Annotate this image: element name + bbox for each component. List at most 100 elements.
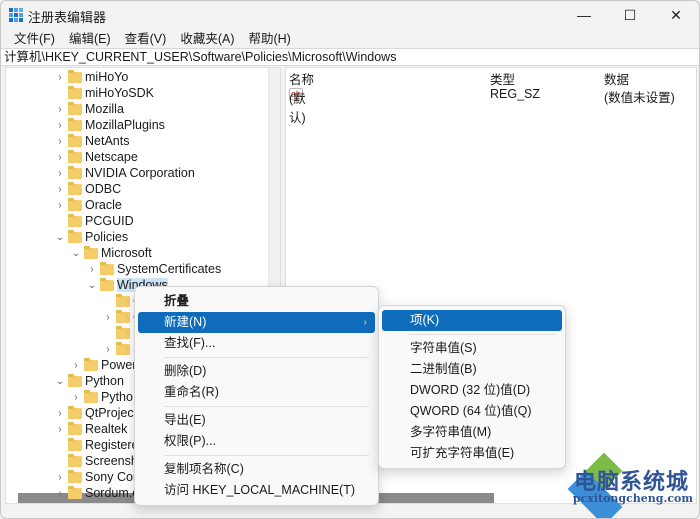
tree-node[interactable]: ⌄ Policies xyxy=(54,229,128,245)
menu-item[interactable]: 新建(N) › xyxy=(138,312,375,333)
tree-node[interactable]: › MozillaPlugins xyxy=(54,117,165,133)
tree-node[interactable]: › ODBC xyxy=(54,181,121,197)
tree-node[interactable]: › Netscape xyxy=(54,149,138,165)
menu-item-label: 重命名(R) xyxy=(164,385,219,399)
menu-item[interactable]: 权限(P)... xyxy=(138,431,375,452)
tree-node[interactable]: › Oracle xyxy=(54,197,122,213)
chevron-right-icon[interactable]: › xyxy=(54,408,66,419)
folder-icon xyxy=(116,325,130,339)
tree-node[interactable]: › Realtek xyxy=(54,421,127,437)
folder-icon xyxy=(68,373,82,387)
chevron-right-icon[interactable]: › xyxy=(54,136,66,147)
tree-node[interactable]: › Pytho xyxy=(70,389,133,405)
menu-item-label: 新建(N) xyxy=(164,315,207,329)
regedit-app-icon xyxy=(9,8,23,22)
chevron-down-icon[interactable]: ⌄ xyxy=(70,248,82,259)
folder-icon xyxy=(68,213,82,227)
tree-node[interactable]: Screensh xyxy=(54,453,138,469)
folder-icon xyxy=(68,181,82,195)
maximize-button[interactable]: ☐ xyxy=(607,1,653,29)
tree-node[interactable]: ⌄ Microsoft xyxy=(70,245,152,261)
chevron-right-icon[interactable]: › xyxy=(54,72,66,83)
menu-item[interactable]: 字符串值(S) xyxy=(382,338,562,359)
tree-node-label: Oracle xyxy=(85,198,122,212)
window-title: 注册表编辑器 xyxy=(28,10,107,25)
tree-node[interactable]: › miHoYo xyxy=(54,69,128,85)
tree-node[interactable]: › SystemCertificates xyxy=(86,261,221,277)
folder-icon xyxy=(68,405,82,419)
tree-node[interactable]: miHoYoSDK xyxy=(54,85,154,101)
tree-node[interactable]: PCGUID xyxy=(54,213,134,229)
menu-item[interactable]: DWORD (32 位)值(D) xyxy=(382,380,562,401)
menu-item-label: 项(K) xyxy=(410,313,440,327)
folder-icon xyxy=(84,357,98,371)
chevron-right-icon[interactable]: › xyxy=(70,360,82,371)
menu-item[interactable]: 删除(D) xyxy=(138,361,375,382)
chevron-down-icon[interactable]: ⌄ xyxy=(54,232,66,243)
chevron-right-icon[interactable]: › xyxy=(102,312,114,323)
tree-node[interactable]: › NetAnts xyxy=(54,133,129,149)
submenu-arrow-icon: › xyxy=(363,317,367,328)
chevron-right-icon[interactable]: › xyxy=(54,168,66,179)
value-row[interactable]: ab (默认) REG_SZ (数值未设置) xyxy=(286,86,696,125)
tree-node[interactable]: Registere xyxy=(54,437,139,453)
tree-node[interactable]: › NVIDIA Corporation xyxy=(54,165,195,181)
chevron-right-icon[interactable]: › xyxy=(54,472,66,483)
tree-node-label: QtProjec xyxy=(85,406,134,420)
address-bar[interactable]: 计算机\HKEY_CURRENT_USER\Software\Policies\… xyxy=(1,48,699,66)
menu-view[interactable]: 查看(V) xyxy=(118,29,174,49)
menu-file[interactable]: 文件(F) xyxy=(7,29,62,49)
title-bar: 注册表编辑器 — ☐ ✕ xyxy=(1,1,699,29)
folder-icon xyxy=(68,229,82,243)
tree-node[interactable]: ⌄ Python xyxy=(54,373,124,389)
chevron-down-icon[interactable]: ⌄ xyxy=(54,376,66,387)
folder-icon xyxy=(100,277,114,291)
menu-favorites[interactable]: 收藏夹(A) xyxy=(173,29,241,49)
menu-item[interactable]: 折叠 xyxy=(138,291,375,312)
chevron-right-icon[interactable]: › xyxy=(54,200,66,211)
menu-help[interactable]: 帮助(H) xyxy=(241,29,297,49)
registry-editor-window: 注册表编辑器 — ☐ ✕ 文件(F) 编辑(E) 查看(V) 收藏夹(A) 帮助… xyxy=(0,0,700,519)
chevron-right-icon[interactable]: › xyxy=(86,264,98,275)
chevron-right-icon[interactable]: › xyxy=(54,120,66,131)
close-button[interactable]: ✕ xyxy=(653,1,699,29)
tree-node-label: Policies xyxy=(85,230,129,244)
menu-edit[interactable]: 编辑(E) xyxy=(62,29,118,49)
chevron-right-icon[interactable]: › xyxy=(102,344,114,355)
menu-item[interactable]: 二进制值(B) xyxy=(382,359,562,380)
menu-item[interactable]: 重命名(R) xyxy=(138,382,375,403)
tree-node[interactable]: › QtProjec xyxy=(54,405,134,421)
watermark-url: pcxitongcheng.com xyxy=(572,492,693,505)
folder-icon xyxy=(68,197,82,211)
chevron-right-icon[interactable]: › xyxy=(54,104,66,115)
menu-item[interactable]: 多字符串值(M) xyxy=(382,422,562,443)
minimize-button[interactable]: — xyxy=(561,1,607,29)
menu-item-label: 删除(D) xyxy=(164,364,207,378)
menu-item[interactable]: 项(K) xyxy=(382,310,562,331)
tree-node-label: Realtek xyxy=(85,422,128,436)
folder-icon xyxy=(68,453,82,467)
menu-item[interactable]: 访问 HKEY_LOCAL_MACHINE(T) xyxy=(138,480,375,501)
chevron-right-icon[interactable]: › xyxy=(54,424,66,435)
tree-node-label: Registere xyxy=(85,438,139,452)
tree-node[interactable]: I xyxy=(102,325,136,341)
chevron-right-icon[interactable]: › xyxy=(54,152,66,163)
chevron-right-icon[interactable]: › xyxy=(70,392,82,403)
chevron-down-icon[interactable]: ⌄ xyxy=(86,280,98,291)
menu-item[interactable]: QWORD (64 位)值(Q) xyxy=(382,401,562,422)
menu-bar: 文件(F) 编辑(E) 查看(V) 收藏夹(A) 帮助(H) xyxy=(1,29,298,49)
menu-item[interactable]: 复制项名称(C) xyxy=(138,459,375,480)
menu-item[interactable]: 可扩充字符串值(E) xyxy=(382,443,562,464)
tree-node[interactable]: › Mozilla xyxy=(54,101,124,117)
menu-item[interactable]: 导出(E) xyxy=(138,410,375,431)
folder-icon xyxy=(68,469,82,483)
tree-node[interactable]: › Sony Cor xyxy=(54,469,137,485)
tree-node[interactable]: › Power xyxy=(70,357,136,373)
menu-item[interactable]: 查找(F)... xyxy=(138,333,375,354)
tree-node-label: Netscape xyxy=(85,150,138,164)
chevron-right-icon[interactable]: › xyxy=(54,488,66,499)
folder-icon xyxy=(68,117,82,131)
menu-item-label: 查找(F)... xyxy=(164,336,216,350)
chevron-right-icon[interactable]: › xyxy=(54,184,66,195)
folder-icon xyxy=(84,245,98,259)
